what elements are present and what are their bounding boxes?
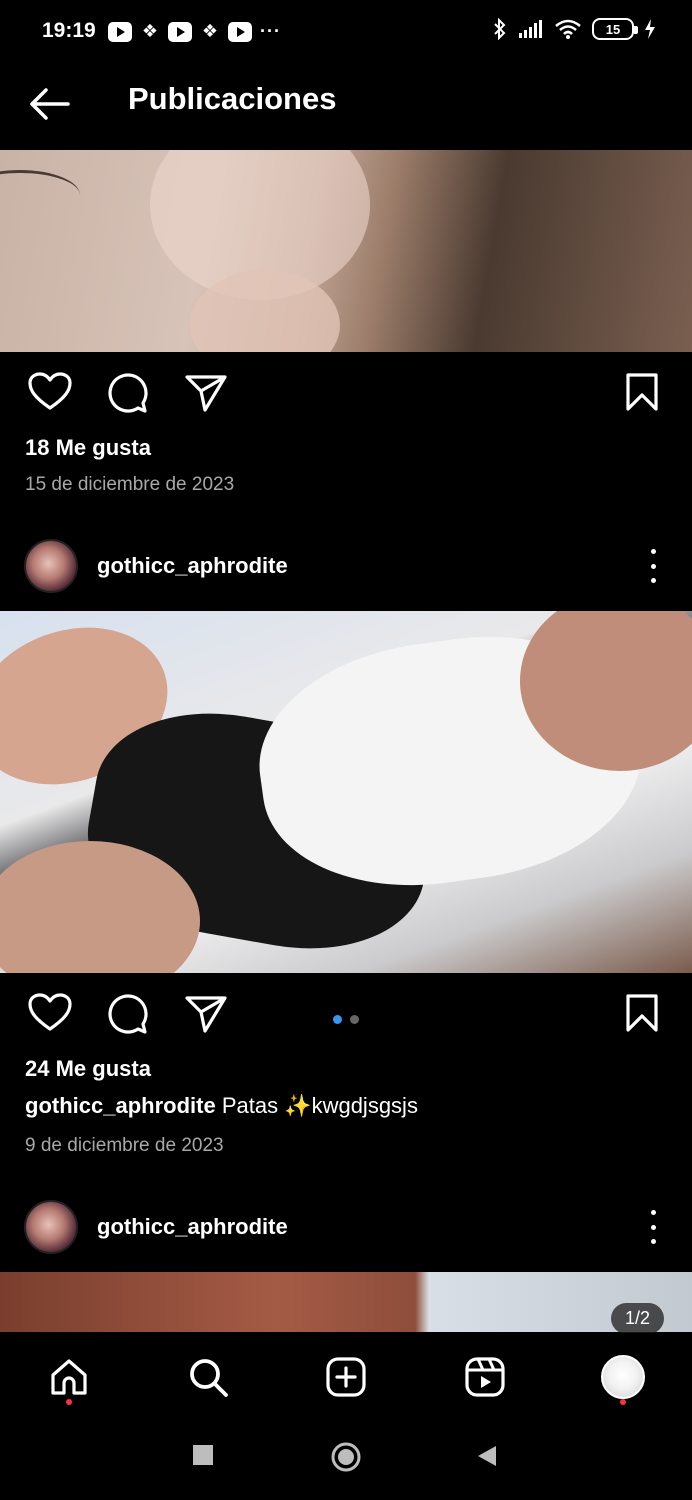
battery-level: 15 [605, 21, 621, 37]
share-send-icon[interactable] [185, 995, 227, 1033]
post-image[interactable] [0, 611, 692, 973]
notification-dot [66, 1399, 72, 1405]
comment-icon[interactable] [107, 993, 149, 1035]
back-arrow-icon[interactable] [26, 84, 74, 124]
carousel-page-counter: 1/2 [610, 1303, 664, 1334]
post-username[interactable]: gothicc_aphrodite [97, 1214, 288, 1240]
bluetooth-icon [494, 18, 506, 40]
youtube-icon [108, 21, 132, 42]
avatar[interactable] [24, 1200, 78, 1254]
carousel-indicator [333, 1015, 359, 1024]
back-triangle-icon[interactable] [476, 1444, 498, 1468]
notification-icons: ❖ ❖ ··· [108, 21, 281, 42]
system-navigation-bar [0, 1419, 692, 1500]
bottom-navigation [0, 1333, 692, 1419]
more-options-icon[interactable] [644, 1210, 662, 1244]
post-image[interactable] [0, 150, 692, 352]
save-bookmark-icon[interactable] [625, 372, 659, 412]
wifi-icon [555, 19, 581, 39]
page-title: Publicaciones [128, 81, 337, 116]
recent-apps-icon[interactable] [192, 1444, 214, 1466]
more-notifications-indicator: ··· [260, 21, 281, 41]
post-date: 9 de diciembre de 2023 [25, 1135, 224, 1156]
notification-dot [620, 1399, 626, 1405]
caption-text: Patas ✨kwgdjsgsjs [221, 1093, 418, 1118]
profile-avatar [601, 1355, 645, 1399]
nav-create[interactable] [322, 1353, 370, 1401]
post-header: gothicc_aphrodite [0, 531, 692, 601]
home-icon [51, 1359, 87, 1395]
post-date: 15 de diciembre de 2023 [25, 474, 235, 495]
nav-reels[interactable] [461, 1353, 509, 1401]
likes-count[interactable]: 24 Me gusta [25, 1056, 151, 1082]
image-detail [0, 170, 80, 220]
post-actions [0, 983, 692, 1043]
carousel-dot-active [333, 1015, 342, 1024]
top-bar: Publicaciones [0, 64, 692, 148]
home-circle-icon[interactable] [330, 1441, 362, 1473]
signal-icon [519, 20, 542, 38]
youtube-icon [168, 21, 192, 42]
status-bar: 19:19 ❖ ❖ ··· 15 [0, 0, 692, 64]
like-heart-icon[interactable] [28, 993, 72, 1033]
status-time: 19:19 [42, 19, 96, 42]
carousel-dot [350, 1015, 359, 1024]
post-header: gothicc_aphrodite [0, 1192, 692, 1262]
dropbox-icon: ❖ [141, 21, 159, 41]
like-heart-icon[interactable] [28, 372, 72, 412]
nav-home[interactable] [45, 1353, 93, 1405]
post-image[interactable] [0, 1272, 692, 1332]
reels-icon [465, 1357, 505, 1397]
likes-count[interactable]: 18 Me gusta [25, 435, 151, 461]
charging-icon [645, 19, 655, 39]
post-actions [0, 362, 692, 422]
post-username[interactable]: gothicc_aphrodite [97, 553, 288, 579]
post-caption: gothicc_aphrodite Patas ✨kwgdjsgsjs [25, 1093, 418, 1119]
save-bookmark-icon[interactable] [625, 993, 659, 1033]
share-send-icon[interactable] [185, 374, 227, 412]
create-icon [326, 1357, 366, 1397]
nav-search[interactable] [184, 1353, 232, 1401]
dropbox-icon: ❖ [201, 21, 219, 41]
caption-username[interactable]: gothicc_aphrodite [25, 1093, 216, 1118]
avatar[interactable] [24, 539, 78, 593]
nav-profile[interactable] [599, 1353, 647, 1405]
more-options-icon[interactable] [644, 549, 662, 583]
system-indicators: 15 [492, 18, 656, 40]
comment-icon[interactable] [107, 372, 149, 414]
youtube-icon [228, 21, 252, 42]
battery-indicator: 15 [592, 18, 638, 40]
search-icon [190, 1359, 228, 1397]
